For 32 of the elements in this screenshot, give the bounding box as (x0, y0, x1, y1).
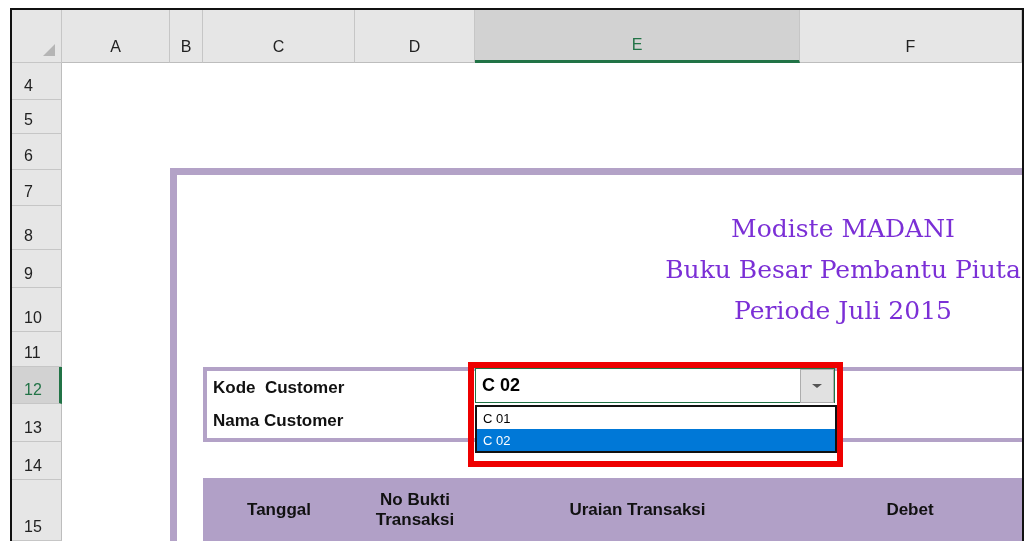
customer-code-dropdown[interactable]: C 02 (475, 368, 835, 403)
column-title: Debet (886, 499, 934, 520)
row-header[interactable]: 15 (12, 480, 62, 541)
dropdown-option[interactable]: C 02 (477, 429, 835, 451)
column-header[interactable]: E (475, 10, 800, 63)
report-title: Modiste MADANI (731, 213, 955, 243)
column-header[interactable]: D (355, 10, 475, 63)
column-header[interactable]: C (203, 10, 355, 63)
row-header[interactable]: 7 (12, 170, 62, 206)
caret-icon (812, 383, 822, 388)
row-header[interactable]: 12 (12, 367, 62, 404)
dropdown-option[interactable]: C 01 (477, 407, 835, 429)
dropdown-button[interactable] (800, 368, 834, 403)
row-header[interactable]: 14 (12, 442, 62, 480)
column-header[interactable]: A (62, 10, 170, 63)
row-header[interactable]: 6 (12, 134, 62, 170)
row-header[interactable]: 5 (12, 100, 62, 134)
row-header[interactable]: 13 (12, 404, 62, 442)
column-title: Tanggal (247, 499, 311, 520)
row-header[interactable]: 9 (12, 250, 62, 288)
row-header[interactable]: 4 (12, 63, 62, 100)
column-header[interactable]: F (800, 10, 1022, 63)
field-label: Kode Customer (213, 377, 345, 398)
row-header[interactable]: 11 (12, 332, 62, 367)
report-title: Periode Juli 2015 (734, 295, 952, 325)
report-title: Buku Besar Pembantu Piuta (665, 254, 1021, 284)
column-title: Uraian Transaksi (569, 499, 706, 520)
column-title: No Bukti Transaksi (374, 489, 456, 530)
row-header[interactable]: 8 (12, 206, 62, 250)
row-header[interactable]: 10 (12, 288, 62, 332)
column-header[interactable]: B (170, 10, 203, 63)
field-label: Nama Customer (213, 411, 344, 432)
